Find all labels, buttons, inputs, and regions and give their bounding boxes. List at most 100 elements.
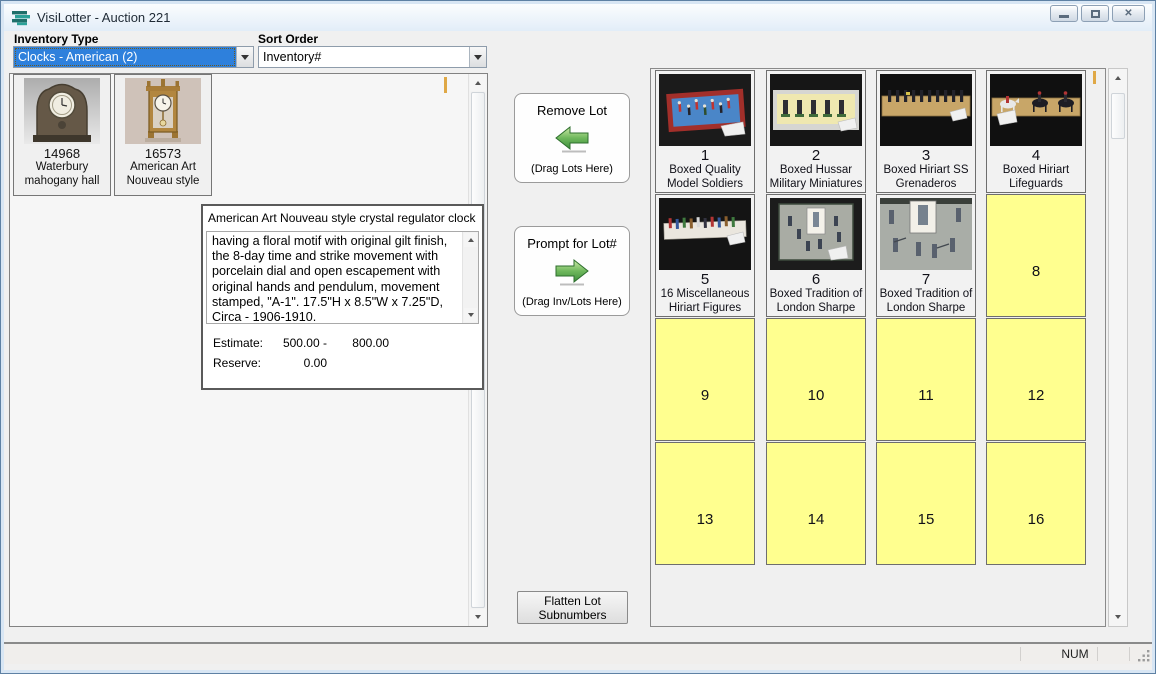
toy-soldiers-blue-box-photo xyxy=(659,74,751,146)
estimate-low-value: 500.00 - xyxy=(275,336,327,350)
prompt-for-lot-dropzone[interactable]: Prompt for Lot# (Drag Inv/Lots Here) xyxy=(514,226,630,316)
scroll-down-button[interactable] xyxy=(1110,609,1126,625)
remove-lot-dropzone[interactable]: Remove Lot (Drag Lots Here) xyxy=(514,93,630,183)
lots-grid-panel: 1 Boxed Quality Model Soldiers xyxy=(650,68,1106,627)
lots-scrollbar[interactable] xyxy=(1108,68,1128,627)
scroll-marker xyxy=(444,77,447,93)
lot-name: Model Soldiers xyxy=(656,178,754,192)
lot-number: 15 xyxy=(877,511,975,528)
close-icon: ✕ xyxy=(1124,8,1132,19)
lot-column-2: 2 Boxed Hussar Military Miniatures xyxy=(766,70,866,565)
maximize-button[interactable] xyxy=(1081,5,1109,22)
scroll-down-button[interactable] xyxy=(464,308,477,322)
scrollbar-thumb[interactable] xyxy=(1111,93,1125,139)
lot-cell-16[interactable]: 16 xyxy=(986,442,1086,565)
lot-cell-6[interactable]: 6 Boxed Tradition of London Sharpe xyxy=(766,194,866,317)
statusbar-divider xyxy=(1020,647,1021,661)
lot-name: Boxed Tradition of xyxy=(767,288,865,302)
grenaderos-row-photo xyxy=(880,74,972,146)
mantel-clock-photo xyxy=(24,78,100,144)
app-icon xyxy=(12,10,30,26)
inventory-type-dropdown-button[interactable] xyxy=(236,47,253,67)
lot-cell-1[interactable]: 1 Boxed Quality Model Soldiers xyxy=(655,70,755,193)
reserve-label: Reserve: xyxy=(213,356,275,370)
lot-cell-12[interactable]: 12 xyxy=(986,318,1086,441)
close-button[interactable]: ✕ xyxy=(1112,5,1145,22)
flatten-label-line1: Flatten Lot xyxy=(518,594,627,608)
lot-number: 1 xyxy=(656,147,754,164)
inventory-number: 14968 xyxy=(14,146,110,161)
inventory-type-combo[interactable]: Clocks - American (2) xyxy=(13,46,254,68)
item-detail-popup: American Art Nouveau style crystal regul… xyxy=(201,204,484,390)
spacer xyxy=(327,356,389,370)
lot-number: 3 xyxy=(877,147,975,164)
crystal-regulator-clock-photo xyxy=(125,78,201,144)
lot-name: Military Miniatures xyxy=(767,178,865,192)
lot-number: 8 xyxy=(987,263,1085,280)
lot-cell-4[interactable]: 4 Boxed Hiriart Lifeguards xyxy=(986,70,1086,193)
flatten-label-line2: Subnumbers xyxy=(518,608,627,622)
inventory-card-row: 14968 Waterbury mahogany hall xyxy=(13,74,212,196)
inventory-number: 16573 xyxy=(115,146,211,161)
lot-name: Grenaderos xyxy=(877,178,975,192)
sharpe-boxed-set-closeup-photo xyxy=(880,198,972,270)
scroll-down-button[interactable] xyxy=(470,609,486,625)
misc-figures-strip-photo xyxy=(659,198,751,270)
lot-number: 10 xyxy=(767,387,865,404)
reserve-value: 0.00 xyxy=(275,356,327,370)
sort-order-combo[interactable]: Inventory# xyxy=(258,46,487,68)
window-title: VisiLotter - Auction 221 xyxy=(37,10,170,25)
item-detail-title: American Art Nouveau style crystal regul… xyxy=(203,206,482,227)
scroll-up-button[interactable] xyxy=(464,233,477,247)
scroll-down-icon xyxy=(468,313,474,317)
lot-cell-9[interactable]: 9 xyxy=(655,318,755,441)
lot-name: Hiriart Figures xyxy=(656,302,754,316)
scroll-down-icon xyxy=(1115,615,1121,619)
lot-cell-3[interactable]: 3 Boxed Hiriart SS Grenaderos xyxy=(876,70,976,193)
sharpe-boxed-set-photo xyxy=(770,198,862,270)
lot-cell-5[interactable]: 5 16 Miscellaneous Hiriart Figures xyxy=(655,194,755,317)
lot-cell-2[interactable]: 2 Boxed Hussar Military Miniatures xyxy=(766,70,866,193)
lot-name: Boxed Hiriart xyxy=(987,164,1085,178)
lot-cell-7[interactable]: 7 Boxed Tradition of London Sharpe xyxy=(876,194,976,317)
lot-number: 16 xyxy=(987,511,1085,528)
title-bar: VisiLotter - Auction 221 xyxy=(4,4,1152,31)
app-window: VisiLotter - Auction 221 ✕ Inventory Typ… xyxy=(0,0,1156,674)
lot-cell-15[interactable]: 15 xyxy=(876,442,976,565)
remove-lot-label: Remove Lot xyxy=(515,103,629,118)
scroll-up-button[interactable] xyxy=(470,75,486,91)
lot-number: 14 xyxy=(767,511,865,528)
lot-cell-8[interactable]: 8 xyxy=(986,194,1086,317)
description-scrollbar[interactable] xyxy=(462,232,478,323)
lot-cell-14[interactable]: 14 xyxy=(766,442,866,565)
item-description-text: having a floral motif with original gilt… xyxy=(207,232,461,323)
lot-name: Boxed Quality xyxy=(656,164,754,178)
lot-cell-11[interactable]: 11 xyxy=(876,318,976,441)
lot-name: London Sharpe xyxy=(877,302,975,316)
chevron-down-icon xyxy=(474,55,482,60)
prompt-for-lot-label: Prompt for Lot# xyxy=(515,236,629,251)
inventory-name: Nouveau style xyxy=(115,175,211,189)
lot-cell-13[interactable]: 13 xyxy=(655,442,755,565)
lot-cell-10[interactable]: 10 xyxy=(766,318,866,441)
scroll-marker xyxy=(1093,71,1096,84)
statusbar-divider xyxy=(1097,647,1098,661)
lot-name: Lifeguards xyxy=(987,178,1085,192)
lot-number: 9 xyxy=(656,387,754,404)
chevron-down-icon xyxy=(241,55,249,60)
flatten-lot-subnumbers-button[interactable]: Flatten Lot Subnumbers xyxy=(517,591,628,624)
scroll-up-button[interactable] xyxy=(1110,70,1126,86)
lot-number: 2 xyxy=(767,147,865,164)
lot-column-4: 4 Boxed Hiriart Lifeguards 8 12 16 xyxy=(986,70,1086,565)
sort-order-dropdown-button[interactable] xyxy=(469,47,486,67)
inventory-item-16573[interactable]: 16573 American Art Nouveau style xyxy=(114,74,212,196)
resize-grip[interactable] xyxy=(1138,649,1151,662)
lot-number: 13 xyxy=(656,511,754,528)
remove-lot-hint: (Drag Lots Here) xyxy=(515,163,629,175)
inventory-item-14968[interactable]: 14968 Waterbury mahogany hall xyxy=(13,74,111,196)
lot-name: London Sharpe xyxy=(767,302,865,316)
scroll-up-icon xyxy=(1115,76,1121,80)
lot-number: 7 xyxy=(877,271,975,288)
minimize-button[interactable] xyxy=(1050,5,1078,22)
scroll-up-icon xyxy=(475,81,481,85)
